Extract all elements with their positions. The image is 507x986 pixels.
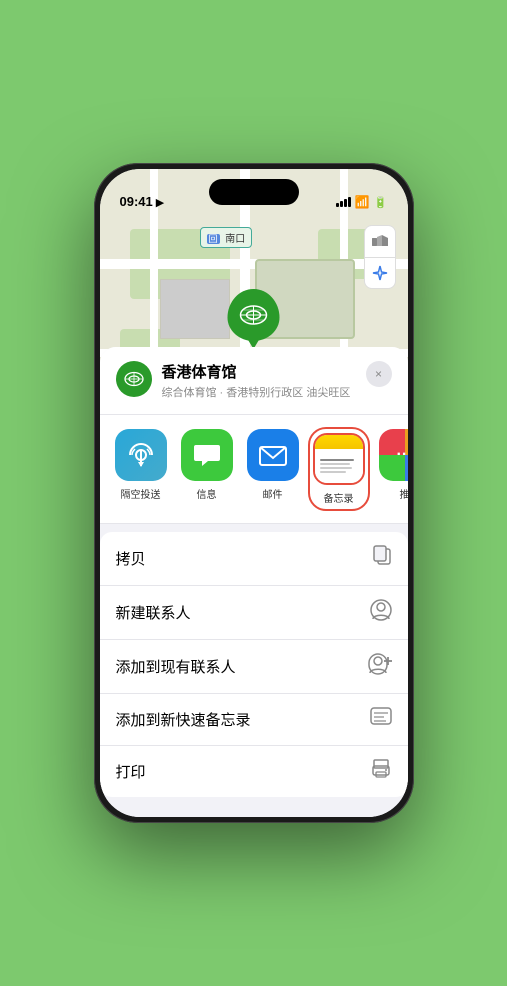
place-info: 香港体育馆 综合体育馆 · 香港特别行政区 油尖旺区 bbox=[162, 361, 356, 400]
place-avatar bbox=[116, 361, 152, 397]
mail-icon bbox=[247, 429, 299, 481]
status-time: 09:41 bbox=[120, 194, 153, 211]
share-app-notes[interactable]: 备忘录 bbox=[310, 429, 368, 509]
location-icon: ▶ bbox=[156, 196, 164, 209]
action-copy[interactable]: 拷贝 bbox=[100, 532, 408, 586]
map-location-label: 回 南口 bbox=[200, 227, 253, 248]
print-label: 打印 bbox=[116, 761, 146, 782]
action-add-existing-contact[interactable]: 添加到现有联系人 bbox=[100, 640, 408, 694]
action-list: 拷贝 新建联系人 bbox=[100, 532, 408, 797]
status-icons: 📶 🔋 bbox=[336, 195, 388, 211]
action-add-quick-note[interactable]: 添加到新快速备忘录 bbox=[100, 694, 408, 746]
notes-label: 备忘录 bbox=[324, 490, 354, 505]
copy-label: 拷贝 bbox=[116, 548, 146, 569]
airdrop-label: 隔空投送 bbox=[121, 486, 161, 501]
copy-icon bbox=[372, 545, 392, 572]
wifi-icon: 📶 bbox=[355, 195, 370, 209]
place-name: 香港体育馆 bbox=[162, 361, 356, 382]
new-contact-icon bbox=[370, 599, 392, 626]
map-type-button[interactable] bbox=[364, 225, 396, 257]
add-existing-icon bbox=[368, 653, 392, 680]
airdrop-icon bbox=[115, 429, 167, 481]
share-app-messages[interactable]: 信息 bbox=[178, 429, 236, 509]
mail-label: 邮件 bbox=[263, 486, 283, 501]
add-quick-note-icon bbox=[370, 707, 392, 732]
add-existing-label: 添加到现有联系人 bbox=[116, 656, 236, 677]
more-icon: ··· bbox=[379, 429, 408, 481]
close-button[interactable]: × bbox=[366, 361, 392, 387]
phone-frame: 09:41 ▶ 📶 🔋 bbox=[94, 163, 414, 823]
signal-icon bbox=[336, 197, 351, 207]
share-app-more[interactable]: ··· 推 bbox=[376, 429, 408, 509]
battery-icon: 🔋 bbox=[374, 196, 388, 209]
phone-screen: 09:41 ▶ 📶 🔋 bbox=[100, 169, 408, 817]
place-description: 综合体育馆 · 香港特别行政区 油尖旺区 bbox=[162, 384, 356, 400]
location-button[interactable] bbox=[364, 257, 396, 289]
notes-icon bbox=[313, 433, 365, 485]
add-quick-note-label: 添加到新快速备忘录 bbox=[116, 709, 251, 730]
share-app-mail[interactable]: 邮件 bbox=[244, 429, 302, 509]
share-apps-row: 隔空投送 信息 bbox=[100, 415, 408, 524]
pin-icon bbox=[228, 289, 280, 341]
map-controls bbox=[364, 225, 396, 289]
action-new-contact[interactable]: 新建联系人 bbox=[100, 586, 408, 640]
dynamic-island bbox=[209, 179, 299, 205]
place-header: 香港体育馆 综合体育馆 · 香港特别行政区 油尖旺区 × bbox=[100, 347, 408, 415]
bottom-sheet: 香港体育馆 综合体育馆 · 香港特别行政区 油尖旺区 × bbox=[100, 347, 408, 817]
messages-icon bbox=[181, 429, 233, 481]
print-icon bbox=[370, 759, 392, 784]
share-app-airdrop[interactable]: 隔空投送 bbox=[112, 429, 170, 509]
new-contact-label: 新建联系人 bbox=[116, 602, 191, 623]
more-label: 推 bbox=[400, 486, 408, 501]
messages-label: 信息 bbox=[197, 486, 217, 501]
action-print[interactable]: 打印 bbox=[100, 746, 408, 797]
